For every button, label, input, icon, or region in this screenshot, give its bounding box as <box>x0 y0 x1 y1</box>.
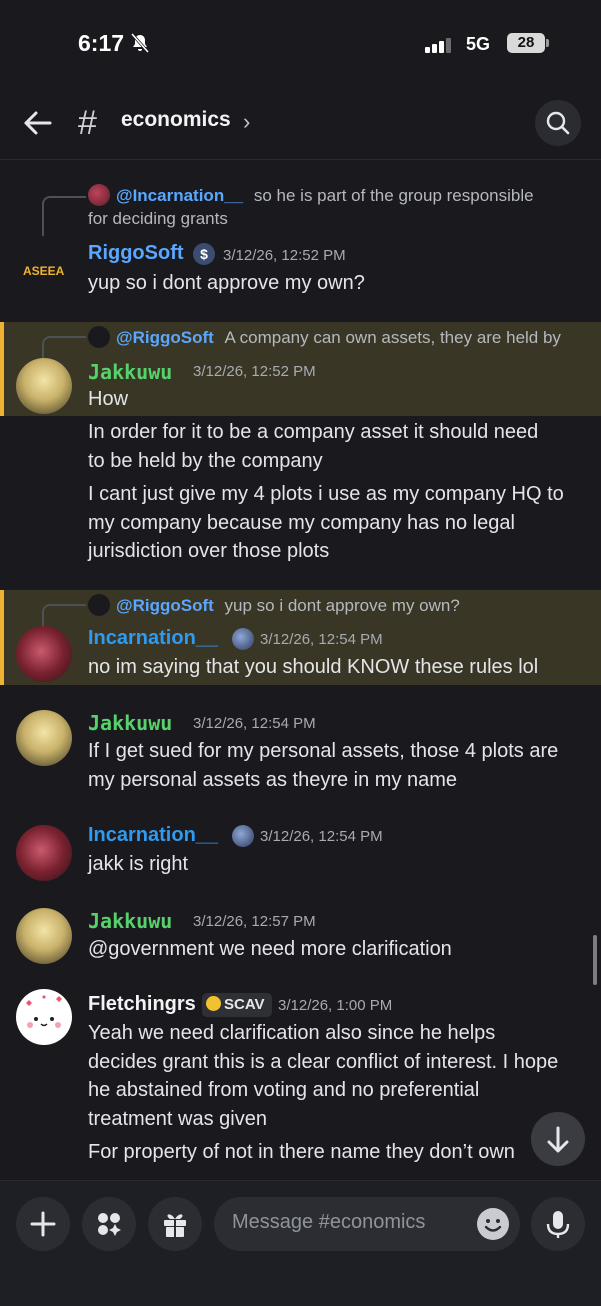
composer-bar: Message #economics <box>0 1180 601 1306</box>
reply-mention: @RiggoSoft <box>116 328 214 347</box>
message-line: decides grant this is a clear conflict o… <box>88 1051 559 1073</box>
message-line: my company because my company has no leg… <box>88 512 515 534</box>
message-line: no im saying that you should KNOW these … <box>88 656 539 678</box>
reply-avatar <box>88 594 110 616</box>
gift-icon <box>164 1214 186 1237</box>
reply-preview[interactable]: @Incarnation__ so he is part of the grou… <box>88 184 534 206</box>
clan-tag[interactable]: SCAV <box>202 993 272 1017</box>
message-line: treatment was given <box>88 1108 267 1130</box>
message-line: to be held by the company <box>88 450 323 472</box>
username[interactable]: Fletchingrs <box>88 993 196 1016</box>
message-line: jakk is right <box>88 853 189 875</box>
reply-text-continued: for deciding grants <box>88 209 228 228</box>
avatar[interactable] <box>16 626 72 682</box>
apps-icon <box>98 1213 121 1236</box>
back-arrow-icon[interactable] <box>22 108 54 138</box>
arrow-down-icon <box>547 1126 569 1153</box>
status-bar: 6:17 5G 28 <box>0 0 601 90</box>
message-item[interactable]: Jakkuwu 3/12/26, 12:57 PM @government we… <box>0 900 601 972</box>
timestamp: 3/12/26, 12:54 PM <box>260 631 383 648</box>
timestamp: 3/12/26, 12:57 PM <box>193 913 316 930</box>
message-input-placeholder: Message #economics <box>232 1211 426 1233</box>
skull-icon <box>206 996 221 1011</box>
reply-preview[interactable]: @RiggoSoft yup so i dont approve my own? <box>88 594 460 616</box>
scrollbar-thumb[interactable] <box>593 935 597 985</box>
plus-icon <box>30 1211 56 1237</box>
message-input[interactable]: Message #economics <box>214 1197 520 1251</box>
timestamp: 3/12/26, 12:52 PM <box>193 363 316 380</box>
message-line: my personal assets as theyre in my name <box>88 769 458 791</box>
username[interactable]: Jakkuwu <box>88 909 172 933</box>
apps-button[interactable] <box>82 1197 136 1251</box>
dollar-badge-icon: $ <box>193 243 215 265</box>
username[interactable]: Jakkuwu <box>88 360 172 384</box>
status-time: 6:17 <box>78 30 125 56</box>
planet-badge-icon <box>232 628 254 650</box>
message-line: If I get sued for my personal assets, th… <box>88 740 559 762</box>
message-item[interactable]: @Incarnation__ so he is part of the grou… <box>0 160 601 310</box>
reply-connector <box>42 196 86 236</box>
chevron-right-icon[interactable]: › <box>243 109 250 135</box>
username[interactable]: Incarnation__ <box>88 627 218 650</box>
message-line: How <box>88 388 129 410</box>
planet-badge-icon <box>232 825 254 847</box>
smiley-face-icon <box>484 1219 502 1232</box>
message-item[interactable]: Incarnation__ 3/12/26, 12:54 PM jakk is … <box>0 815 601 887</box>
reply-mention: @RiggoSoft <box>116 596 214 615</box>
avatar-logo-text: ASEEA <box>23 264 65 278</box>
channel-header: # economics › <box>0 90 601 160</box>
username[interactable]: Incarnation__ <box>88 824 218 847</box>
search-icon <box>546 111 570 135</box>
gift-button[interactable] <box>148 1197 202 1251</box>
message-line: I cant just give my 4 plots i use as my … <box>88 483 564 505</box>
message-line: Yeah we need clarification also since he… <box>88 1022 496 1044</box>
reply-mention: @Incarnation__ <box>116 186 244 205</box>
timestamp: 3/12/26, 12:54 PM <box>193 715 316 732</box>
avatar[interactable] <box>16 908 72 964</box>
network-type: 5G <box>466 34 491 54</box>
search-button[interactable] <box>535 100 581 146</box>
message-line: In order for it to be a company asset it… <box>88 421 539 443</box>
reply-text: yup so i dont approve my own? <box>224 596 460 615</box>
message-item-highlighted[interactable]: @RiggoSoft A company can own assets, the… <box>0 322 601 416</box>
username[interactable]: RiggoSoft <box>88 242 184 265</box>
message-item[interactable]: Fletchingrs SCAV 3/12/26, 1:00 PM Yeah w… <box>0 985 601 1180</box>
avatar[interactable] <box>16 358 72 414</box>
clan-tag-label: SCAV <box>224 996 265 1013</box>
message-line: For property of not in there name they d… <box>88 1141 515 1163</box>
battery-level: 28 <box>507 33 545 53</box>
microphone-icon <box>546 1211 570 1238</box>
reply-avatar <box>88 184 110 206</box>
reply-avatar <box>88 326 110 348</box>
jump-to-present-button[interactable] <box>531 1112 585 1166</box>
channel-name[interactable]: economics <box>121 108 231 132</box>
message-line: yup so i dont approve my own? <box>88 272 365 294</box>
avatar[interactable] <box>16 989 72 1045</box>
reply-text: so he is part of the group responsible <box>253 186 534 205</box>
reply-preview[interactable]: @RiggoSoft A company can own assets, the… <box>88 326 561 348</box>
avatar[interactable] <box>16 710 72 766</box>
cell-signal-icon <box>425 35 453 53</box>
username[interactable]: Jakkuwu <box>88 711 172 735</box>
message-item[interactable]: Jakkuwu 3/12/26, 12:54 PM If I get sued … <box>0 700 601 800</box>
message-item-highlighted[interactable]: @RiggoSoft yup so i dont approve my own?… <box>0 590 601 685</box>
avatar[interactable] <box>16 825 72 881</box>
message-line: @government we need more clarification <box>88 938 452 960</box>
avatar[interactable]: ASEEA <box>16 244 72 300</box>
timestamp: 3/12/26, 12:52 PM <box>223 247 346 264</box>
timestamp: 3/12/26, 1:00 PM <box>278 997 393 1014</box>
bell-muted-icon <box>130 33 150 53</box>
hash-icon: # <box>78 104 97 142</box>
battery-tip <box>546 39 549 47</box>
message-line: he abstained from voting and no preferen… <box>88 1079 480 1101</box>
add-attachment-button[interactable] <box>16 1197 70 1251</box>
voice-message-button[interactable] <box>531 1197 585 1251</box>
emoji-icon[interactable] <box>477 1208 509 1240</box>
cat-avatar-image <box>26 995 62 1028</box>
timestamp: 3/12/26, 12:54 PM <box>260 828 383 845</box>
message-line: jurisdiction over those plots <box>88 540 330 562</box>
reply-text: A company can own assets, they are held … <box>224 328 561 347</box>
